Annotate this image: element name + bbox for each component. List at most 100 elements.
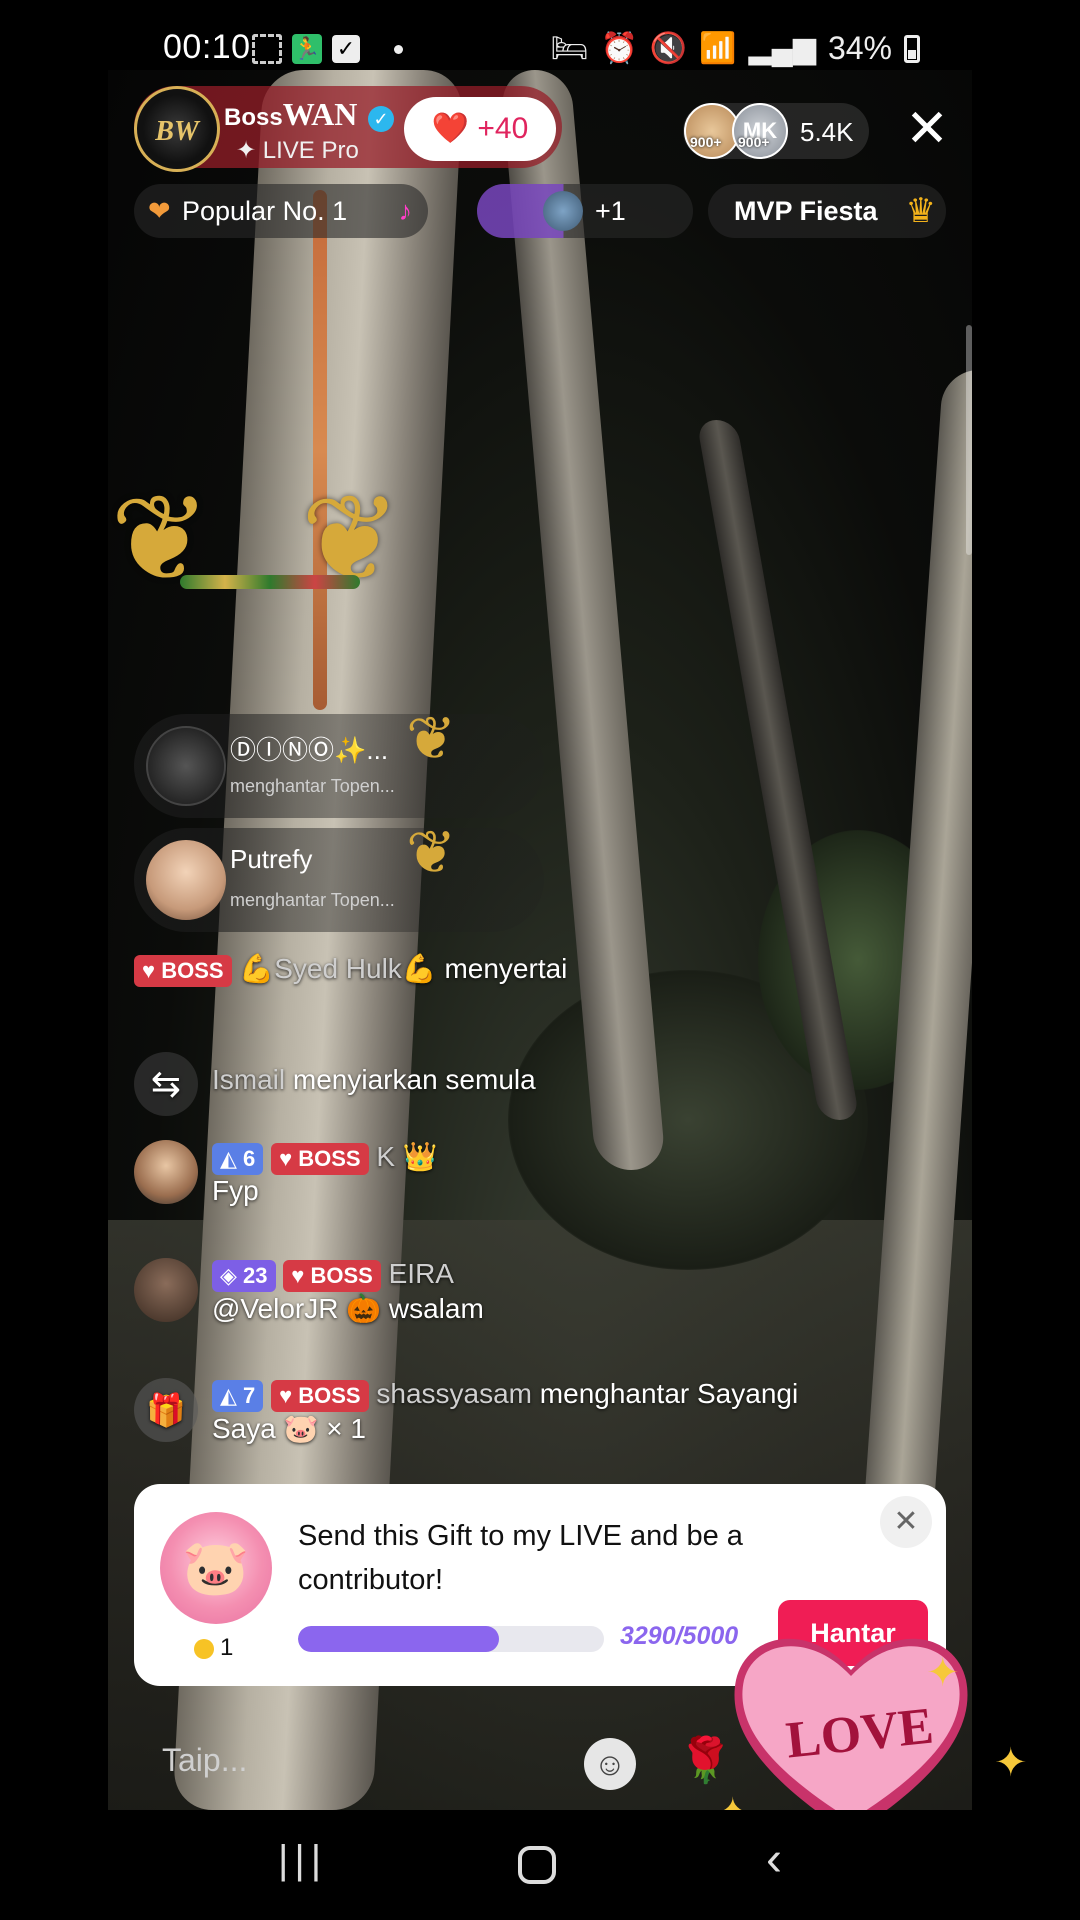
heart-icon: ❤️: [431, 112, 470, 145]
status-right-icons: 🛏 ⏰ 🔇 📶 ▂▄▆ 34%: [550, 30, 920, 67]
level-number: 7: [243, 1382, 256, 1408]
fitness-app-icon: 🏃: [292, 34, 322, 64]
chat-text: menyiarkan semula: [292, 1064, 536, 1095]
gift-sender-name: Putrefy: [230, 844, 313, 874]
level-badge: ◭ 6: [212, 1142, 264, 1175]
boss-badge: ♥ BOSS: [283, 1259, 381, 1292]
chat-text: Fyp: [212, 1174, 259, 1206]
heart-icon: ❤: [148, 196, 171, 226]
host-name-prefix: Boss: [224, 104, 283, 131]
status-time: 00:10: [163, 28, 251, 66]
chat-text-continued: Saya 🐷 × 1: [212, 1412, 366, 1444]
viewer-badge: 900+: [690, 134, 722, 150]
chat-header: ◭ 7 ♥ BOSS shassyasam menghantar Sayangi: [212, 1378, 798, 1412]
avatar[interactable]: [134, 1258, 198, 1322]
chat-username[interactable]: shassyasam: [376, 1378, 532, 1409]
gift-progress-bar: [298, 1626, 604, 1652]
battery-icon: [904, 34, 920, 63]
mute-icon: 🔇: [649, 32, 688, 65]
rose-gift-icon[interactable]: 🌹: [678, 1734, 733, 1786]
boss-badge-label: BOSS: [298, 1382, 361, 1408]
gift-progress-text: 3290/5000: [620, 1622, 739, 1650]
sparkle-icon: ✦: [926, 1651, 960, 1695]
guest-avatar: [543, 191, 583, 231]
level-number: 6: [243, 1145, 256, 1171]
signal-icon: ▂▄▆: [748, 32, 816, 65]
notification-dot-icon: [394, 44, 403, 54]
system-nav-bar: ||| ‹: [0, 1810, 1080, 1920]
verified-icon: ✓: [368, 105, 395, 132]
chat-body: ◈ 23 ♥ BOSS EIRA @VelorJR 🎃 wsalam: [212, 1258, 484, 1325]
host-avatar[interactable]: BW: [134, 86, 220, 172]
gift-icon: 🎁: [134, 1378, 198, 1442]
gift-progress-fill: [298, 1626, 500, 1652]
host-name[interactable]: BossWAN ✓: [224, 96, 395, 133]
chat-username[interactable]: Ismail: [212, 1064, 285, 1095]
vine-decoration: [180, 575, 360, 589]
wings-gift-icon: ❦: [406, 705, 457, 772]
host-subtitle-text: LIVE Pro: [262, 137, 359, 164]
chat-body: ◭ 7 ♥ BOSS shassyasam menghantar Sayangi…: [212, 1378, 798, 1445]
wifi-icon: 📶: [699, 32, 737, 65]
avatar: [146, 840, 226, 920]
crown-icon: ♛: [905, 192, 936, 230]
home-icon[interactable]: [518, 1846, 556, 1884]
gift-notice[interactable]: ⒹⒾⓃⓄ✨... menghantar Topen... ❦: [134, 705, 544, 818]
viewer-count[interactable]: 5.4K: [800, 117, 854, 148]
boss-badge: ♥ BOSS: [134, 954, 232, 987]
status-bar: 00:10 🏃 ✓ 🛏 ⏰ 🔇 📶 ▂▄▆ 34%: [0, 0, 1080, 70]
host-subtitle: ✦ LIVE Pro: [236, 137, 359, 164]
gift-character-icon: 🐷: [160, 1512, 272, 1624]
chat-username[interactable]: EIRA: [389, 1258, 454, 1289]
bed-icon: 🛏: [550, 32, 589, 65]
gift-sender-name: ⒹⒾⓃⓄ✨...: [230, 735, 389, 765]
status-left-icons: 🏃 ✓: [252, 34, 403, 64]
scroll-indicator: [966, 325, 972, 555]
battery-percent: 34%: [827, 30, 892, 66]
guest-chip[interactable]: +1: [477, 184, 693, 238]
wings-gift-icon: ❦: [406, 819, 457, 886]
gift-price: 1: [194, 1634, 233, 1662]
like-button[interactable]: ❤️ +40: [404, 97, 556, 161]
video-tree-bark: [313, 190, 327, 710]
gift-notice[interactable]: Putrefy menghantar Topen... ❦: [134, 819, 544, 932]
chat-body: Ismail menyiarkan semula: [212, 1064, 536, 1096]
mvp-fiesta-label: MVP Fiesta: [734, 196, 878, 226]
gift-notice-subtitle: menghantar Topen...: [230, 776, 395, 796]
close-icon[interactable]: ✕: [880, 1496, 932, 1548]
gift-card-title: Send this Gift to my LIVE and be a contr…: [298, 1520, 743, 1596]
host-name-main: WAN: [282, 96, 358, 132]
emoji-icon[interactable]: ☺: [584, 1738, 636, 1790]
avatar[interactable]: [134, 1140, 198, 1204]
close-icon[interactable]: ✕: [902, 103, 952, 155]
viewer-badge: 900+: [738, 134, 770, 150]
sparkle-icon: ✦: [994, 1741, 1028, 1785]
chat-text: menghantar Sayangi: [539, 1378, 799, 1409]
top-viewer-avatar[interactable]: MK: [732, 103, 788, 159]
boss-badge: ♥ BOSS: [271, 1379, 369, 1412]
chat-username[interactable]: 💪Syed Hulk💪: [239, 953, 436, 984]
chat-username[interactable]: K 👑: [376, 1141, 437, 1172]
guest-count: +1: [595, 196, 626, 226]
boss-badge: ♥ BOSS: [271, 1142, 369, 1175]
recent-apps-icon[interactable]: |||: [278, 1838, 327, 1883]
boss-badge-label: BOSS: [298, 1145, 361, 1171]
chat-text: @VelorJR 🎃 wsalam: [212, 1292, 484, 1324]
gift-notice-subtitle: menghantar Topen...: [230, 890, 395, 910]
chat-header: ◭ 6 ♥ BOSS K 👑: [212, 1140, 438, 1175]
level-badge: ◈ 23: [212, 1259, 276, 1292]
avatar: [146, 726, 226, 806]
back-icon[interactable]: ‹: [766, 1832, 782, 1887]
boss-badge-label: BOSS: [161, 957, 224, 983]
popular-rank-chip[interactable]: ❤ Popular No. 1 ♪: [134, 184, 428, 238]
chat-join-message: ♥ BOSS 💪Syed Hulk💪 menyertai: [134, 952, 954, 987]
chat-body: ◭ 6 ♥ BOSS K 👑 Fyp: [212, 1140, 438, 1207]
mvp-fiesta-chip[interactable]: MVP Fiesta ♛: [708, 184, 946, 238]
chat-text: menyertai: [444, 953, 568, 984]
comment-input[interactable]: Taip...: [162, 1742, 247, 1779]
like-count: +40: [477, 112, 529, 145]
boss-badge-label: BOSS: [310, 1262, 373, 1288]
alarm-icon: ⏰: [600, 32, 638, 65]
level-badge: ◭ 7: [212, 1379, 264, 1412]
popular-rank-label: Popular No. 1: [182, 196, 348, 226]
